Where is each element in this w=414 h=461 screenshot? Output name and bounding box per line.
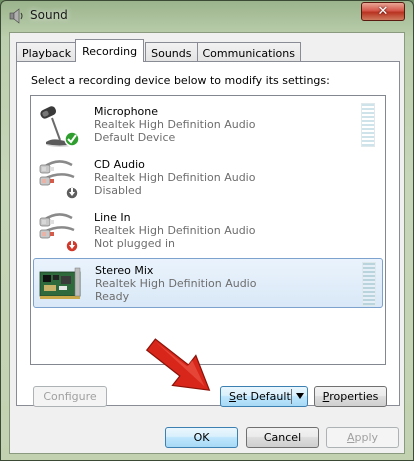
split-divider [291,389,292,404]
sound-dialog: Sound ✕ Playback Recording Sounds Commun… [0,0,414,461]
configure-button[interactable]: Configure [33,386,107,407]
dropdown-arrow-icon[interactable] [296,393,304,399]
device-status: Ready [95,290,130,303]
tab-playback[interactable]: Playback [16,42,78,62]
annotation-arrow-icon [145,338,211,391]
device-driver: Realtek High Definition Audio [95,277,257,290]
instruction-text: Select a recording device below to modif… [31,74,330,87]
title-bar[interactable]: Sound ✕ [1,1,413,29]
device-name: CD Audio [94,158,145,171]
set-default-text: et Default [235,390,291,403]
properties-button[interactable]: Properties [314,386,387,407]
device-driver: Realtek High Definition Audio [94,171,256,184]
device-driver: Realtek High Definition Audio [94,118,256,131]
speaker-icon [9,8,23,24]
device-item-stereo-mix[interactable]: Stereo Mix Realtek High Definition Audio… [33,258,383,308]
tab-strip: Playback Recording Sounds Communications [16,39,301,62]
window-title: Sound [30,8,68,22]
close-button[interactable]: ✕ [361,2,405,21]
apply-text: pply [354,431,379,444]
tab-sounds[interactable]: Sounds [145,42,198,62]
set-default-button[interactable]: Set Default [220,386,308,407]
device-driver: Realtek High Definition Audio [94,224,256,237]
device-item-line-in[interactable]: Line In Realtek High Definition Audio No… [33,206,383,256]
sound-card-icon [39,267,81,299]
close-icon: ✕ [377,4,389,19]
set-default-label: Set Default [229,390,291,403]
microphone-icon [40,106,80,147]
device-list[interactable]: Microphone Realtek High Definition Audio… [30,95,386,365]
tab-recording[interactable]: Recording [75,39,145,62]
device-name: Microphone [94,105,159,118]
device-status: Default Device [94,131,176,144]
properties-text: roperties [329,390,379,403]
set-default-accel: S [229,390,236,403]
apply-button[interactable]: Apply [326,427,399,448]
device-status: Disabled [94,184,142,197]
apply-accel: A [346,431,355,444]
rca-cable-icon [39,213,79,253]
device-name: Line In [94,211,131,224]
cancel-button[interactable]: Cancel [246,427,319,448]
level-meter [361,103,375,147]
device-item-cd-audio[interactable]: CD Audio Realtek High Definition Audio D… [33,153,383,203]
tab-communications[interactable]: Communications [196,42,301,62]
properties-accel: P [322,390,330,403]
device-name: Stereo Mix [95,264,154,277]
level-meter [362,262,376,306]
device-item-microphone[interactable]: Microphone Realtek High Definition Audio… [33,100,383,150]
rca-cable-icon [39,160,79,200]
device-status: Not plugged in [94,237,176,250]
ok-button[interactable]: OK [165,427,238,448]
